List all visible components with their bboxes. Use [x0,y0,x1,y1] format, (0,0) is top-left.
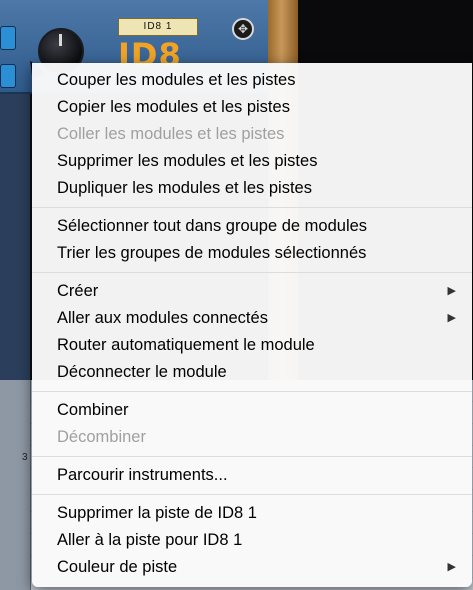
menu-item: Décombiner [32,424,472,451]
menu-item-label: Router automatiquement le module [57,336,315,354]
menu-item-label: Coller les modules et les pistes [57,125,285,143]
menu-item-label: Créer [57,282,99,300]
menu-item-label: Couper les modules et les pistes [57,71,296,89]
submenu-arrow-icon: ▶ [447,285,456,297]
submenu-arrow-icon: ▶ [447,561,456,573]
menu-item[interactable]: Supprimer la piste de ID8 1 [32,500,472,527]
menu-item[interactable]: Router automatiquement le module [32,332,472,359]
menu-item-label: Supprimer la piste de ID8 1 [57,504,257,522]
menu-item-label: Combiner [57,401,129,419]
menu-item[interactable]: Sélectionner tout dans groupe de modules [32,213,472,240]
sequencer-row-marker: 3 [22,452,28,463]
menu-item[interactable]: Créer ▶ [32,278,472,305]
menu-item-label: Couleur de piste [57,558,178,576]
menu-item-label: Copier les modules et les pistes [57,98,290,116]
rack-left-rail [0,92,30,382]
menu-separator [32,272,472,273]
submenu-arrow-icon: ▶ [447,312,456,324]
patch-browser-icon[interactable]: ✥ [232,18,254,40]
menu-separator [32,391,472,392]
menu-item-label: Sélectionner tout dans groupe de modules [57,217,368,235]
menu-item[interactable]: Déconnecter le module [32,359,472,386]
device-button[interactable] [0,26,16,50]
menu-item-label: Dupliquer les modules et les pistes [57,179,312,197]
menu-item-label: Parcourir instruments... [57,466,228,484]
menu-item-label: Décombiner [57,428,146,446]
menu-item: Coller les modules et les pistes [32,121,472,148]
device-button[interactable] [0,64,16,88]
menu-item[interactable]: Couper les modules et les pistes [32,63,472,94]
menu-item[interactable]: Parcourir instruments... [32,462,472,489]
sequencer-track-column [0,380,31,590]
menu-item[interactable]: Copier les modules et les pistes [32,94,472,121]
menu-item[interactable]: Aller à la piste pour ID8 1 [32,527,472,554]
menu-item[interactable]: Combiner [32,397,472,424]
menu-item-label: Aller aux modules connectés [57,309,268,327]
menu-item-label: Aller à la piste pour ID8 1 [57,531,243,549]
menu-item[interactable]: Trier les groupes de modules sélectionné… [32,240,472,267]
menu-separator [32,207,472,208]
menu-separator [32,494,472,495]
menu-separator [32,456,472,457]
device-name-tag[interactable]: ID8 1 [118,18,198,36]
menu-item[interactable]: Dupliquer les modules et les pistes [32,175,472,202]
menu-item[interactable]: Supprimer les modules et les pistes [32,148,472,175]
menu-item-label: Déconnecter le module [57,363,227,381]
menu-item-label: Supprimer les modules et les pistes [57,152,318,170]
menu-item[interactable]: Couleur de piste ▶ [32,554,472,581]
menu-item-label: Trier les groupes de modules sélectionné… [57,244,367,262]
context-menu: Couper les modules et les pistes Copier l… [32,63,472,587]
menu-item[interactable]: Aller aux modules connectés ▶ [32,305,472,332]
